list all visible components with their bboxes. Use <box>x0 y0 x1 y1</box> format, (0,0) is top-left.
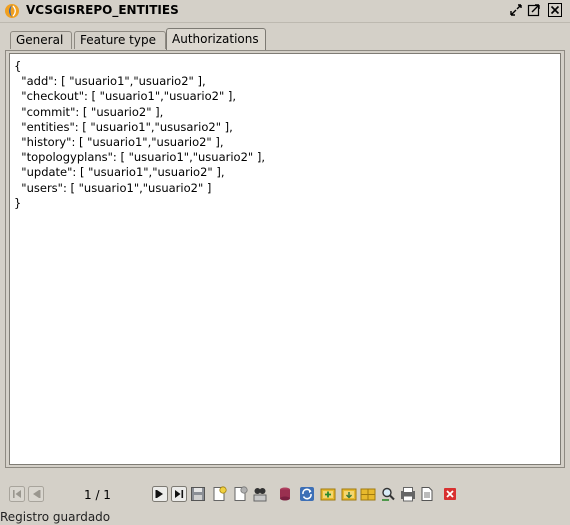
find-record-icon[interactable] <box>252 486 268 502</box>
page-counter: 1 / 1 <box>84 488 111 502</box>
tab-general[interactable]: General <box>10 31 72 49</box>
grid-folder-icon[interactable] <box>360 486 376 502</box>
status-message: Registro guardado <box>0 510 111 524</box>
app-logo-icon <box>4 3 20 19</box>
restore-window-icon[interactable] <box>509 3 523 17</box>
database-icon[interactable] <box>277 486 293 502</box>
print-preview-icon[interactable] <box>400 486 416 502</box>
first-record-icon[interactable] <box>9 486 25 502</box>
report-document-icon[interactable] <box>419 486 435 502</box>
delete-record-icon[interactable] <box>442 486 458 502</box>
close-window-icon[interactable] <box>548 3 562 17</box>
title-bar: VCSGISREPO_ENTITIES <box>0 0 570 23</box>
add-folder-icon[interactable] <box>320 486 336 502</box>
tab-strip: General Feature type Authorizations <box>8 28 568 50</box>
copy-record-icon[interactable] <box>232 486 248 502</box>
next-record-icon[interactable] <box>152 486 168 502</box>
new-record-icon[interactable] <box>211 486 227 502</box>
authorizations-panel: { "add": [ "usuario1","usuario2" ], "che… <box>5 50 565 468</box>
maximize-window-icon[interactable] <box>527 3 541 17</box>
export-folder-icon[interactable] <box>341 486 357 502</box>
search-filter-icon[interactable] <box>380 486 396 502</box>
last-record-icon[interactable] <box>171 486 187 502</box>
window-title: VCSGISREPO_ENTITIES <box>26 3 179 17</box>
tab-feature-type[interactable]: Feature type <box>74 31 166 49</box>
tab-authorizations[interactable]: Authorizations <box>166 28 266 50</box>
save-disk-icon[interactable] <box>190 486 206 502</box>
authorizations-json-editor[interactable]: { "add": [ "usuario1","usuario2" ], "che… <box>9 53 561 465</box>
previous-record-icon[interactable] <box>28 486 44 502</box>
refresh-icon[interactable] <box>299 486 315 502</box>
